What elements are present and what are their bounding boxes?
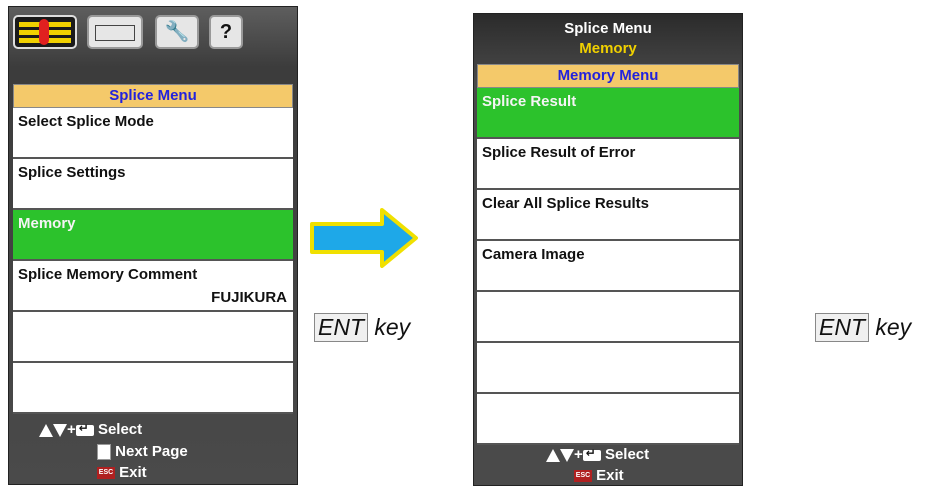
exit-label: Exit <box>596 467 624 484</box>
down-arrow-icon <box>560 448 574 462</box>
select-hint: + Select <box>546 446 649 463</box>
menu-item-label: Memory <box>18 215 76 232</box>
menu-item-select-splice-mode[interactable]: Select Splice Mode <box>13 108 293 159</box>
enter-key-icon <box>582 446 601 461</box>
ent-key-icon: ENT <box>815 313 869 342</box>
menu-item-splice-settings[interactable]: Splice Settings <box>13 159 293 210</box>
menu-item-label: Camera Image <box>482 246 585 263</box>
maintenance-wrench-tab-icon[interactable]: 🔧 <box>155 15 199 49</box>
menu-item-label: Splice Settings <box>18 164 126 181</box>
down-arrow-icon <box>53 423 67 437</box>
select-label: Select <box>604 446 650 463</box>
key-guide-footer: + Select Next Page ESC Exit <box>9 415 297 484</box>
splice-menu-list: Select Splice Mode Splice Settings Memor… <box>13 108 293 414</box>
menu-item-clear-all-splice-results[interactable]: Clear All Splice Results <box>477 190 739 241</box>
menu-title: Memory Menu <box>477 64 739 88</box>
menu-item-label: Select Splice Mode <box>18 113 154 130</box>
screen-subtitle: Memory <box>579 40 637 57</box>
select-label: Select <box>97 421 143 438</box>
splicer-tab-icon[interactable] <box>87 15 143 49</box>
menu-item-empty[interactable] <box>477 394 739 445</box>
ent-key-hint: ENT key <box>815 313 911 342</box>
help-tab-icon[interactable]: ? <box>209 15 243 49</box>
menu-item-label: Clear All Splice Results <box>482 195 650 212</box>
menu-item-camera-image[interactable]: Camera Image <box>477 241 739 292</box>
menu-title: Splice Menu <box>13 84 293 108</box>
exit-hint: ESC Exit <box>574 467 624 484</box>
ent-key-hint: ENT key <box>314 313 410 342</box>
right-arrow-icon <box>310 208 418 268</box>
enter-key-icon <box>75 421 94 436</box>
screen-title: Splice Menu <box>564 20 652 37</box>
ent-key-suffix: key <box>875 314 912 340</box>
esc-key-icon: ESC <box>574 470 592 483</box>
splice-tab-icon[interactable] <box>13 15 77 49</box>
menu-item-splice-memory-comment[interactable]: Splice Memory Comment FUJIKURA <box>13 261 293 312</box>
tab-bar: 🔧 ? <box>9 7 297 59</box>
esc-key-icon: ESC <box>97 467 115 480</box>
up-arrow-icon <box>39 423 53 437</box>
splice-menu-screen: 🔧 ? Splice Menu Select Splice Mode Splic… <box>8 6 298 485</box>
next-page-hint: Next Page <box>97 443 188 461</box>
menu-item-empty[interactable] <box>477 292 739 343</box>
memory-menu-screen: Splice Menu Memory Memory Menu Splice Re… <box>473 13 743 486</box>
next-page-label: Next Page <box>115 443 188 460</box>
menu-item-label: Splice Result <box>482 93 577 110</box>
select-hint: + Select <box>39 421 142 438</box>
menu-item-empty[interactable] <box>13 363 293 414</box>
ent-key-icon: ENT <box>314 313 368 342</box>
page-icon <box>97 444 111 461</box>
menu-item-label: Splice Result of Error <box>482 144 636 161</box>
ent-key-suffix: key <box>374 314 411 340</box>
up-arrow-icon <box>546 448 560 462</box>
exit-hint: ESC Exit <box>97 464 147 481</box>
menu-item-empty[interactable] <box>477 343 739 394</box>
exit-label: Exit <box>119 464 147 481</box>
menu-item-splice-result-of-error[interactable]: Splice Result of Error <box>477 139 739 190</box>
menu-item-empty[interactable] <box>13 312 293 363</box>
menu-item-value: FUJIKURA <box>211 289 287 306</box>
menu-item-label: Splice Memory Comment <box>18 266 198 283</box>
key-guide-footer: + Select ESC Exit <box>474 446 742 485</box>
menu-item-splice-result[interactable]: Splice Result <box>477 88 739 139</box>
menu-item-memory[interactable]: Memory <box>13 210 293 261</box>
memory-menu-list: Splice Result Splice Result of Error Cle… <box>477 88 739 445</box>
